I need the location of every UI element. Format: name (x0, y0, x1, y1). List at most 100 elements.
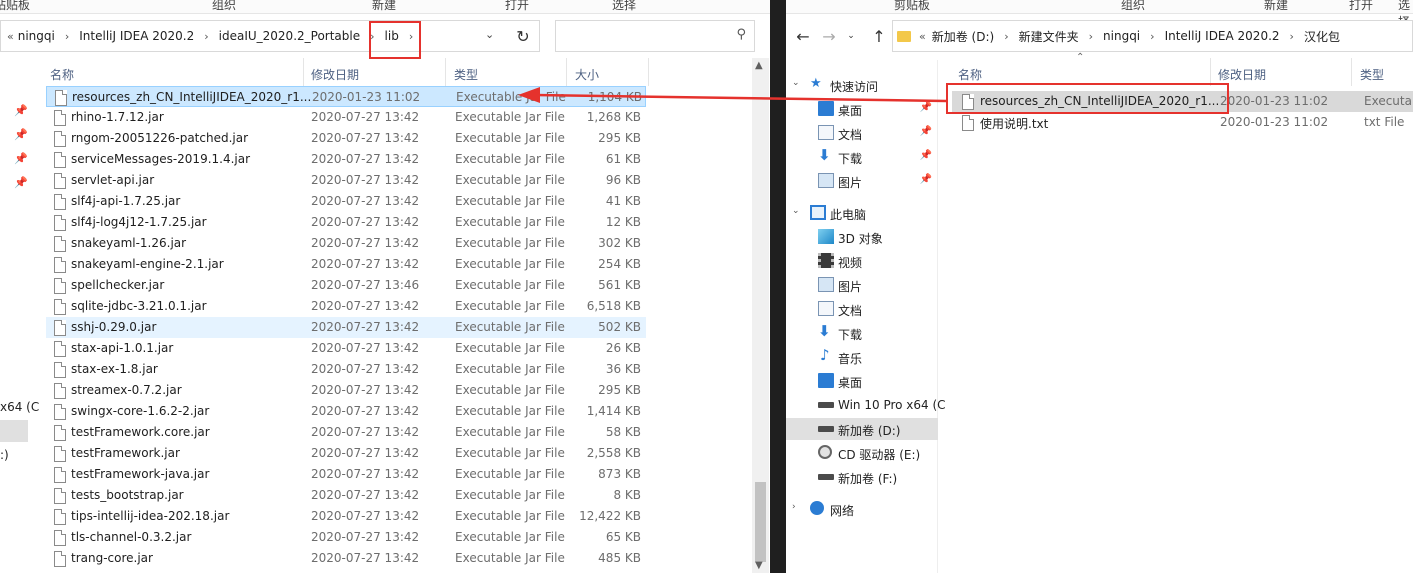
file-row[interactable]: sshj-0.29.0.jar 2020-07-27 13:42 Executabl… (46, 317, 646, 338)
file-row[interactable]: snakeyaml-1.26.jar 2020-07-27 13:42 Execut… (46, 233, 646, 254)
chevron-right-icon[interactable]: › (1150, 30, 1154, 43)
file-row[interactable]: tips-intellij-idea-202.18.jar 2020-07-27 … (46, 506, 646, 527)
file-row[interactable]: serviceMessages-2019.1.4.jar 2020-07-27 1… (46, 149, 646, 170)
forward-arrow-icon[interactable]: → (818, 24, 840, 48)
file-row[interactable]: trang-core.jar 2020-07-27 13:42 Executable… (46, 548, 646, 569)
column-header-name[interactable]: 名称 (958, 66, 982, 83)
pin-icon[interactable]: 📌 (920, 126, 932, 137)
file-row[interactable]: testFramework.core.jar 2020-07-27 13:42 Ex… (46, 422, 646, 443)
nav-documents-pc[interactable]: 文档 (786, 298, 938, 320)
breadcrumb-item[interactable]: 新加卷 (D:) (932, 28, 994, 45)
breadcrumb-item[interactable]: ningqi (1103, 29, 1140, 43)
column-header-date[interactable]: 修改日期 (1218, 66, 1266, 83)
history-chevron-icon[interactable]: « (919, 30, 926, 43)
breadcrumb-item[interactable]: IntelliJ IDEA 2020.2 (1165, 29, 1280, 43)
file-row[interactable]: slf4j-log4j12-1.7.25.jar 2020-07-27 13:42… (46, 212, 646, 233)
file-date: 2020-07-27 13:42 (311, 530, 420, 544)
nav-downloads-pc[interactable]: ⬇ 下载 (786, 322, 938, 344)
nav-documents[interactable]: 文档 📌 (786, 122, 938, 144)
history-chevron-icon[interactable]: « (7, 30, 14, 43)
file-row[interactable]: testFramework.jar 2020-07-27 13:42 Executa… (46, 443, 646, 464)
file-row[interactable]: stax-ex-1.8.jar 2020-07-27 13:42 Executabl… (46, 359, 646, 380)
up-arrow-icon[interactable]: ↑ (868, 24, 890, 48)
refresh-icon[interactable]: ↻ (512, 24, 534, 48)
nav-drive-f[interactable]: 新加卷 (F:) (786, 466, 938, 488)
nav-music[interactable]: ♪ 音乐 (786, 346, 938, 368)
recent-locations-icon[interactable]: ⌄ (840, 24, 862, 48)
chevron-right-icon[interactable]: › (65, 30, 69, 43)
collapse-arrow-icon[interactable]: ⌄ (792, 78, 800, 88)
collapse-arrow-icon[interactable]: ⌄ (792, 206, 800, 216)
file-row[interactable]: swingx-core-1.6.2-2.jar 2020-07-27 13:42 E… (46, 401, 646, 422)
chevron-right-icon[interactable]: › (1004, 30, 1008, 43)
nav-downloads[interactable]: ⬇ 下载 📌 (786, 146, 938, 168)
file-date: 2020-01-23 11:02 (1220, 115, 1329, 129)
expand-arrow-icon[interactable]: › (792, 502, 796, 512)
file-date: 2020-07-27 13:42 (311, 152, 420, 166)
chevron-right-icon[interactable]: › (204, 30, 208, 43)
file-row[interactable]: rngom-20051226-patched.jar 2020-07-27 13:… (46, 128, 646, 149)
nav-3d-objects[interactable]: 3D 对象 (786, 226, 938, 248)
column-headers: 名称 修改日期 类型 大小 (44, 58, 752, 86)
back-arrow-icon[interactable]: ← (792, 24, 814, 48)
vertical-scrollbar[interactable]: ▲ ▼ (752, 58, 769, 573)
pin-icon[interactable]: 📌 (920, 174, 932, 185)
nav-desktop-pc[interactable]: 桌面 (786, 370, 938, 392)
file-row[interactable]: 使用说明.txt 2020-01-23 11:02 txt File (952, 112, 1413, 133)
column-header-name[interactable]: 名称 (50, 66, 74, 83)
file-row[interactable]: slf4j-api-1.7.25.jar 2020-07-27 13:42 Exec… (46, 191, 646, 212)
file-icon (54, 257, 66, 273)
nav-item-drive[interactable]: :) (0, 448, 9, 462)
breadcrumb-item-current[interactable]: 汉化包 (1304, 28, 1340, 45)
chevron-right-icon[interactable]: › (1290, 30, 1294, 43)
column-header-date[interactable]: 修改日期 (311, 66, 359, 83)
pin-icon[interactable]: 📌 (920, 102, 932, 113)
nav-pictures-pc[interactable]: 图片 (786, 274, 938, 296)
pin-icon[interactable]: 📌 (920, 150, 932, 161)
nav-label: 音乐 (838, 352, 863, 366)
search-input[interactable]: ⚲ (555, 20, 755, 52)
scrollbar-thumb[interactable] (755, 482, 766, 562)
breadcrumb-item[interactable]: IntelliJ IDEA 2020.2 (79, 29, 194, 43)
scroll-up-icon[interactable]: ▲ (755, 60, 763, 71)
film-icon (818, 253, 834, 268)
nav-drive-d[interactable]: 新加卷 (D:) (786, 418, 938, 440)
breadcrumb-item[interactable]: ideaIU_2020.2_Portable (219, 29, 360, 43)
nav-network[interactable]: › 网络 (786, 498, 938, 520)
scroll-down-icon[interactable]: ▼ (755, 560, 763, 571)
file-row[interactable]: tests_bootstrap.jar 2020-07-27 13:42 Execu… (46, 485, 646, 506)
file-name: resources_zh_CN_IntelliJIDEA_2020_r1... (72, 90, 312, 104)
file-name: rngom-20051226-patched.jar (71, 131, 249, 145)
column-header-type[interactable]: 类型 (454, 66, 478, 83)
nav-desktop[interactable]: 桌面 📌 (786, 98, 938, 120)
file-row[interactable]: snakeyaml-engine-2.1.jar 2020-07-27 13:42… (46, 254, 646, 275)
address-bar[interactable]: « 新加卷 (D:) › 新建文件夹 › ningqi › IntelliJ I… (892, 20, 1413, 52)
file-row[interactable]: tls-channel-0.3.2.jar 2020-07-27 13:42 Exe… (46, 527, 646, 548)
nav-label: CD 驱动器 (E:) (838, 448, 921, 462)
breadcrumb-item[interactable]: 新建文件夹 (1019, 28, 1079, 45)
file-row[interactable]: rhino-1.7.12.jar 2020-07-27 13:42 Executab… (46, 107, 646, 128)
nav-item-drive-c[interactable]: x64 (C (0, 400, 39, 414)
nav-pictures[interactable]: 图片 📌 (786, 170, 938, 192)
file-row[interactable]: stax-api-1.0.1.jar 2020-07-27 13:42 Execut… (46, 338, 646, 359)
nav-this-pc[interactable]: ⌄ 此电脑 (786, 202, 938, 224)
chevron-right-icon[interactable]: › (1089, 30, 1093, 43)
file-size: 254 KB (598, 257, 641, 271)
nav-videos[interactable]: 视频 (786, 250, 938, 272)
file-type: Executable Jar File (455, 341, 565, 355)
file-row[interactable]: streamex-0.7.2.jar 2020-07-27 13:42 Execut… (46, 380, 646, 401)
file-row[interactable]: servlet-api.jar 2020-07-27 13:42 Executabl… (46, 170, 646, 191)
file-row[interactable]: sqlite-jdbc-3.21.0.1.jar 2020-07-27 13:42… (46, 296, 646, 317)
address-bar[interactable]: « ningqi › IntelliJ IDEA 2020.2 › ideaIU… (0, 20, 540, 52)
file-row[interactable]: resources_zh_CN_IntelliJIDEA_2020_r1... 2… (46, 86, 646, 107)
file-type: Executable Jar File (455, 215, 565, 229)
nav-quick-access[interactable]: ⌄ ★ 快速访问 (786, 74, 938, 96)
file-row[interactable]: testFramework-java.jar 2020-07-27 13:42 Ex… (46, 464, 646, 485)
nav-drive-c[interactable]: Win 10 Pro x64 (C (786, 394, 946, 416)
column-header-size[interactable]: 大小 (575, 66, 599, 83)
breadcrumb-item[interactable]: ningqi (18, 29, 55, 43)
address-dropdown-icon[interactable]: ⌄ (485, 28, 494, 41)
column-header-type[interactable]: 类型 (1360, 66, 1384, 83)
nav-drive-e[interactable]: CD 驱动器 (E:) (786, 442, 938, 464)
file-row[interactable]: spellchecker.jar 2020-07-27 13:46 Executab… (46, 275, 646, 296)
